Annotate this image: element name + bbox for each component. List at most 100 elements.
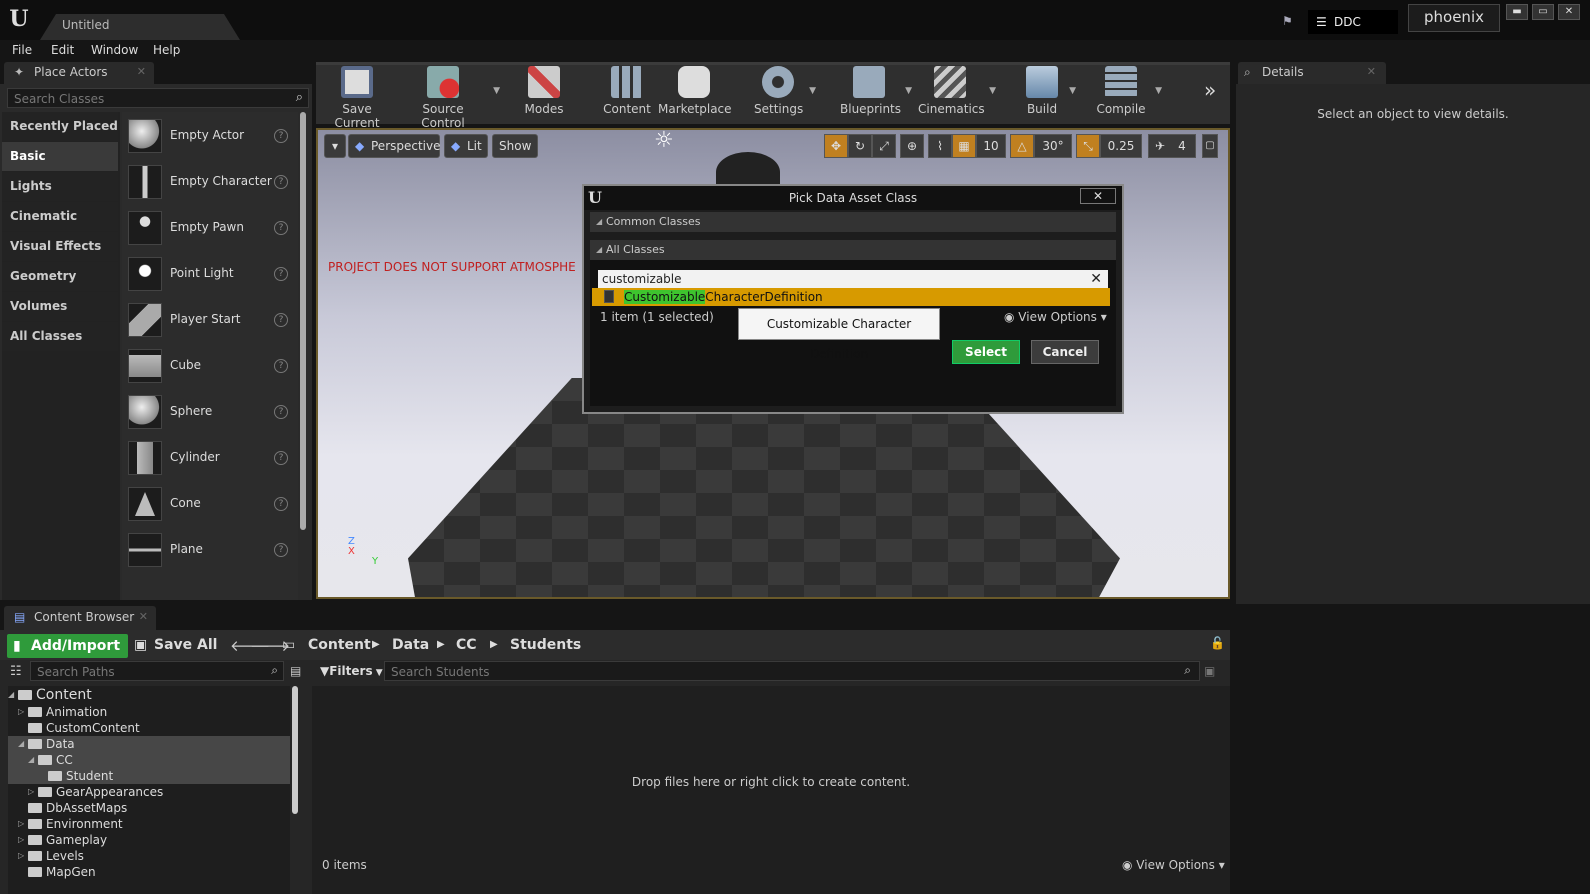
view-options-button[interactable]: ◉ View Options ▾ (1122, 858, 1225, 872)
tree-folder-student[interactable]: Student (8, 768, 290, 784)
help-icon[interactable]: ? (274, 221, 288, 235)
actor-empty-character[interactable]: Empty Character? (124, 160, 296, 204)
grid-size-value[interactable]: 10 (976, 134, 1006, 158)
world-space-icon[interactable]: ⊕ (900, 134, 924, 158)
sources-toggle-icon[interactable]: ☷ (10, 664, 22, 679)
asset-view[interactable] (312, 686, 1230, 894)
cinematics-button[interactable]: Cinematics ▼ (918, 66, 996, 122)
dropdown-arrow-icon[interactable]: ▼ (493, 86, 500, 96)
collapse-arrow-icon[interactable]: ◢ (18, 736, 24, 752)
help-icon[interactable]: ? (274, 543, 288, 557)
save-search-icon[interactable]: ▣ (1204, 664, 1215, 678)
grid-snap-icon[interactable]: ▦ (952, 134, 976, 158)
search-assets-input[interactable]: Search Students ⌕ (384, 661, 1200, 681)
dialog-close-button[interactable]: ✕ (1080, 188, 1116, 204)
content-button[interactable]: Content (602, 66, 652, 122)
tree-folder-environment[interactable]: ▷ Environment (8, 816, 290, 832)
save-all-button[interactable]: ▣ Save All (134, 637, 217, 653)
menu-file[interactable]: File (12, 43, 32, 57)
clear-search-icon[interactable]: ✕ (1090, 270, 1102, 288)
actor-empty-actor[interactable]: Empty Actor? (124, 114, 296, 158)
tree-folder-customcontent[interactable]: CustomContent (8, 720, 290, 736)
tree-folder-dbassetmaps[interactable]: DbAssetMaps (8, 800, 290, 816)
actor-cylinder[interactable]: Cylinder? (124, 436, 296, 480)
path-view-options-icon[interactable]: ▤ (290, 664, 301, 678)
camera-speed-button[interactable]: ✈ 4 (1148, 134, 1196, 158)
breadcrumb-data[interactable]: Data (392, 637, 429, 653)
menu-help[interactable]: Help (153, 43, 180, 57)
tree-folder-animation[interactable]: ▷ Animation (8, 704, 290, 720)
category-lights[interactable]: Lights (2, 172, 118, 201)
actor-point-light[interactable]: Point Light? (124, 252, 296, 296)
tree-folder-data[interactable]: ◢ Data (8, 736, 290, 752)
tree-folder-mapgen[interactable]: MapGen (8, 864, 290, 880)
dropdown-arrow-icon[interactable]: ▼ (905, 86, 912, 96)
unreal-logo[interactable]: U (6, 6, 32, 32)
scale-snap-icon[interactable]: ⤡ (1076, 134, 1100, 158)
user-name[interactable]: phoenix (1408, 4, 1500, 32)
tree-folder-content[interactable]: ◢ Content (8, 686, 290, 704)
dropdown-arrow-icon[interactable]: ▼ (1069, 86, 1076, 96)
menu-window[interactable]: Window (91, 43, 138, 57)
minimize-button[interactable]: ▬ (1506, 4, 1528, 20)
rotation-snap-value[interactable]: 30° (1034, 134, 1072, 158)
view-options-button[interactable]: ◉ View Options ▾ (1004, 310, 1107, 324)
menu-edit[interactable]: Edit (51, 43, 74, 57)
rotation-snap-icon[interactable]: △ (1010, 134, 1034, 158)
add-import-button[interactable]: ▮Add/Import ▼ (7, 634, 128, 679)
blueprints-button[interactable]: Blueprints ▼ (840, 66, 912, 122)
close-icon[interactable]: ✕ (139, 610, 148, 623)
help-icon[interactable]: ? (274, 313, 288, 327)
document-tab[interactable]: Untitled (40, 14, 240, 40)
actor-plane[interactable]: Plane? (124, 528, 296, 572)
expand-arrow-icon[interactable]: ▷ (18, 704, 24, 720)
build-button[interactable]: Build ▼ (1022, 66, 1076, 122)
help-icon[interactable]: ? (274, 359, 288, 373)
common-classes-header[interactable]: ◢ Common Classes (590, 212, 1116, 232)
actor-cube[interactable]: Cube? (124, 344, 296, 388)
actor-cone[interactable]: Cone? (124, 482, 296, 526)
close-icon[interactable]: ✕ (1367, 65, 1376, 78)
category-recently-placed[interactable]: Recently Placed (2, 112, 118, 141)
maximize-viewport-icon[interactable]: ▢ (1202, 134, 1218, 158)
modes-button[interactable]: Modes (520, 66, 568, 122)
scale-tool-icon[interactable]: ⤢ (872, 134, 896, 158)
scale-snap-value[interactable]: 0.25 (1100, 134, 1142, 158)
category-geometry[interactable]: Geometry (2, 262, 118, 291)
place-actors-tab[interactable]: ✦ Place Actors ✕ (4, 62, 154, 84)
marketplace-button[interactable]: Marketplace (658, 66, 732, 122)
help-icon[interactable]: ? (274, 497, 288, 511)
actor-sphere[interactable]: Sphere? (124, 390, 296, 434)
dropdown-arrow-icon[interactable]: ▼ (989, 86, 996, 96)
rotate-tool-icon[interactable]: ↻ (848, 134, 872, 158)
help-icon[interactable]: ? (274, 129, 288, 143)
category-cinematic[interactable]: Cinematic (2, 202, 118, 231)
category-all-classes[interactable]: All Classes (2, 322, 118, 351)
select-button[interactable]: Select (952, 340, 1020, 364)
content-browser-tab[interactable]: ▤ Content Browser ✕ (4, 606, 156, 630)
actor-list-scrollbar[interactable] (300, 112, 306, 530)
breadcrumb-separator-icon[interactable]: ▶ (372, 639, 380, 650)
search-paths-input[interactable]: Search Paths ⌕ (30, 661, 284, 681)
close-window-button[interactable]: ✕ (1558, 4, 1580, 20)
help-icon[interactable]: ? (274, 175, 288, 189)
breadcrumb-separator-icon[interactable]: ▶ (490, 639, 498, 650)
compile-button[interactable]: Compile ▼ (1094, 66, 1162, 122)
toolbar-overflow-icon[interactable]: » (1204, 78, 1216, 102)
breadcrumb-cc[interactable]: CC (456, 637, 477, 653)
actor-player-start[interactable]: Player Start? (124, 298, 296, 342)
lock-icon[interactable]: 🔓 (1210, 636, 1225, 650)
breadcrumb-separator-icon[interactable]: ▶ (437, 639, 445, 650)
help-icon[interactable]: ? (274, 451, 288, 465)
perspective-button[interactable]: ◆ Perspective (348, 134, 441, 158)
surface-snap-icon[interactable]: ⌇ (928, 134, 952, 158)
folder-tree-scrollbar[interactable] (292, 686, 298, 814)
dropdown-arrow-icon[interactable]: ▼ (809, 86, 816, 96)
cancel-button[interactable]: Cancel (1031, 340, 1099, 364)
maximize-button[interactable]: ▭ (1532, 4, 1554, 20)
class-search-input[interactable]: customizable ✕ (598, 270, 1108, 288)
expand-arrow-icon[interactable]: ▷ (18, 816, 24, 832)
collapse-arrow-icon[interactable]: ◢ (8, 686, 14, 704)
help-icon[interactable]: ? (274, 267, 288, 281)
lit-button[interactable]: ◆ Lit (444, 134, 488, 158)
